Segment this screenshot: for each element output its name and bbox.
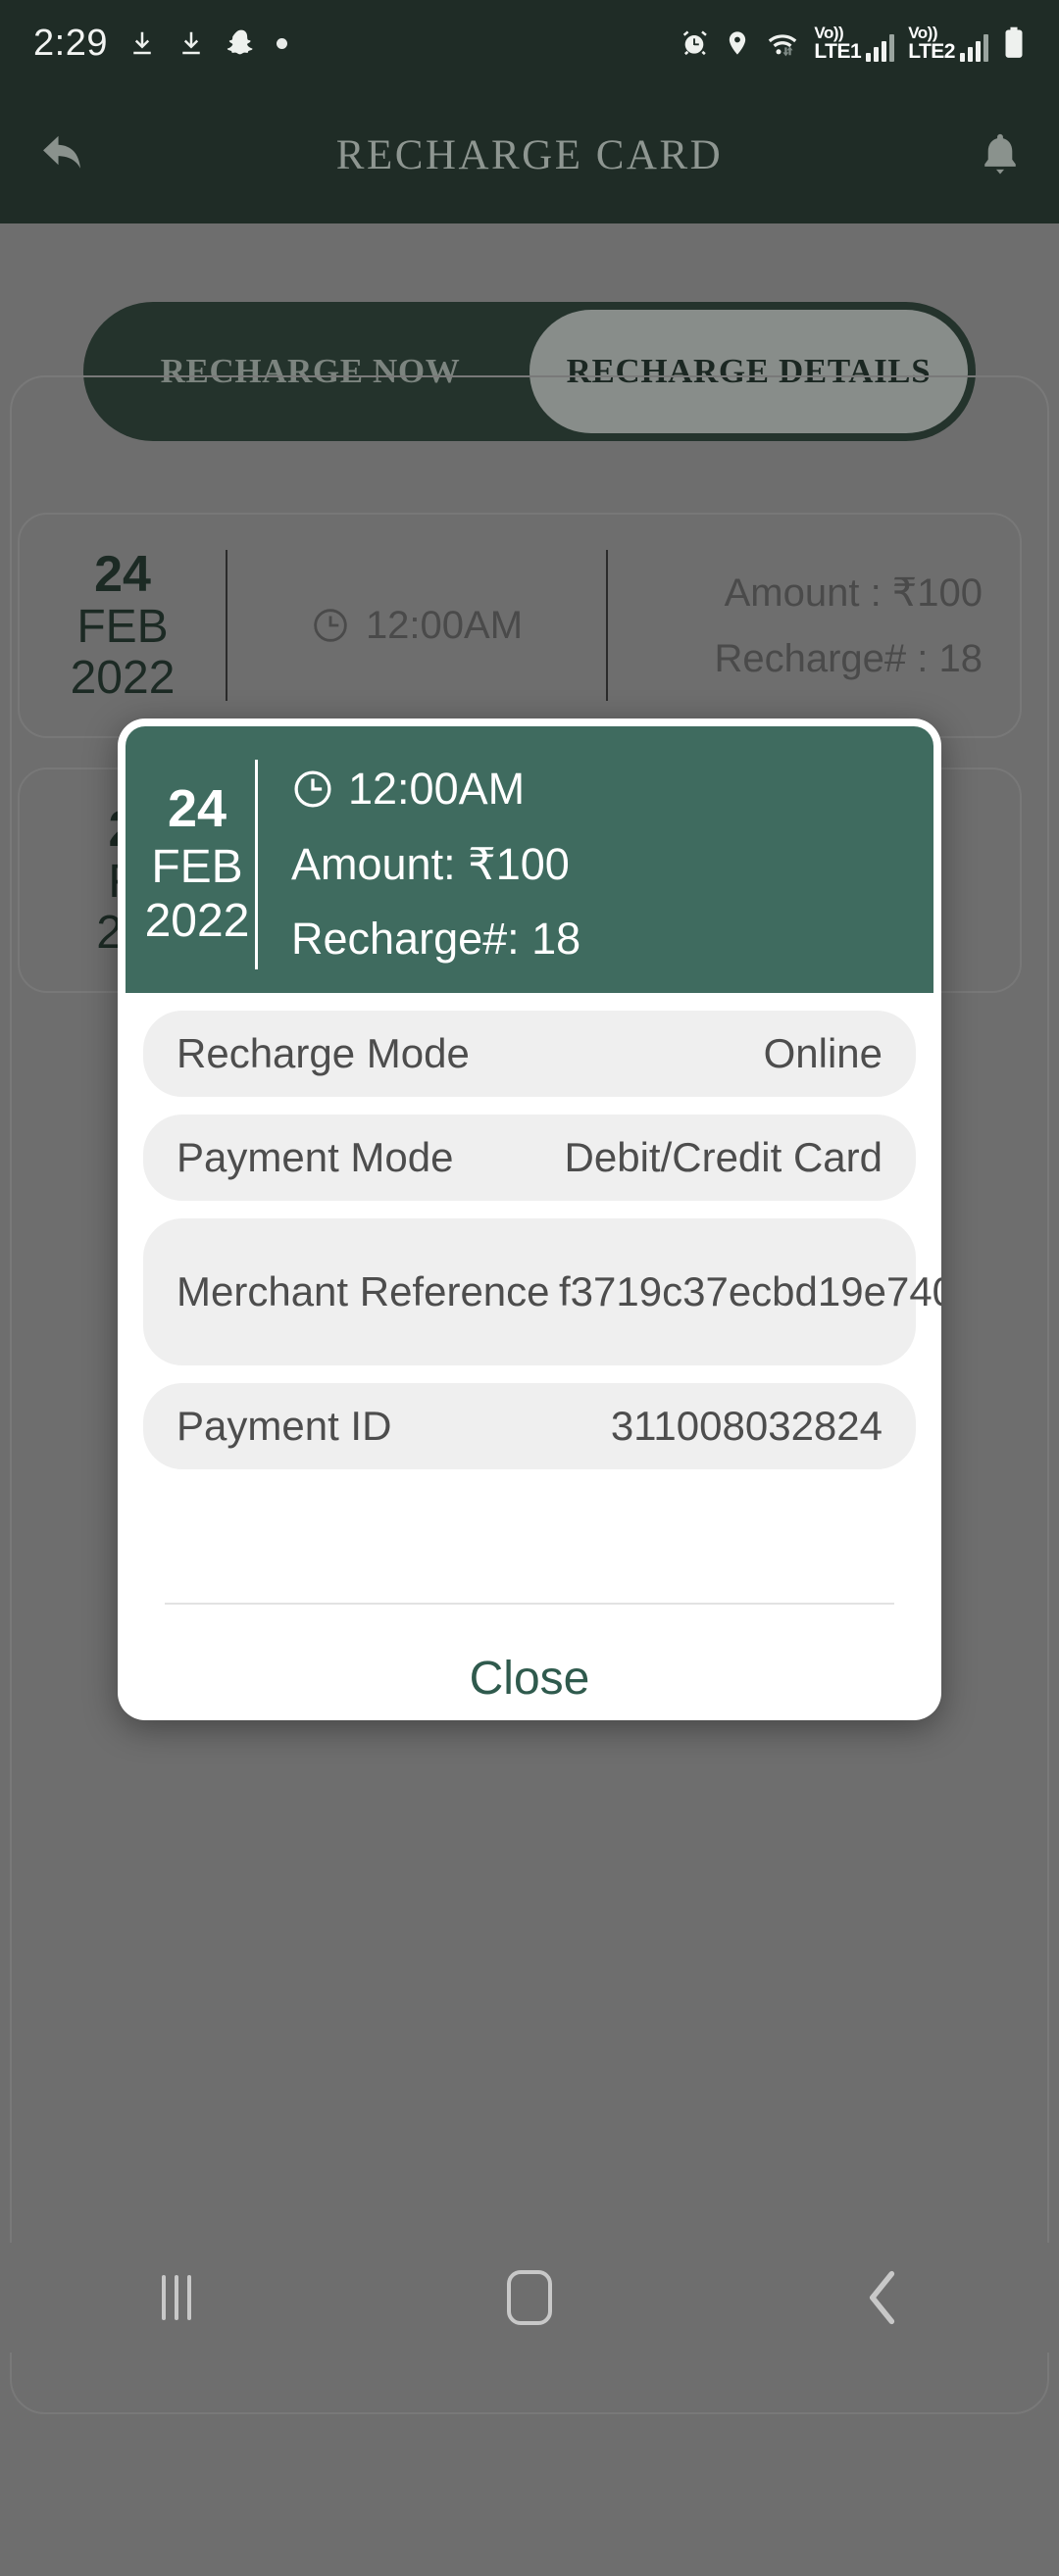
dialog-date-block: 24 FEB 2022 (139, 752, 255, 975)
detail-row-merchant-reference: Merchant Reference f3719c37ecbd19e74044 (143, 1218, 941, 1365)
detail-label: Payment ID (176, 1403, 392, 1449)
location-icon (724, 27, 751, 59)
detail-row-recharge-mode: Recharge Mode Online (143, 1011, 916, 1097)
clock-icon (311, 606, 350, 645)
recharge-row-amount: Amount : ₹100 (724, 570, 983, 615)
detail-row-payment-id: Payment ID 311008032824 (143, 1383, 916, 1469)
detail-value: 311008032824 (610, 1403, 882, 1450)
back-button[interactable] (804, 2243, 961, 2353)
page-title: RECHARGE CARD (335, 131, 724, 178)
dialog-header-padding: 24 FEB 2022 12:00AM Amount: ₹100 Recharg… (118, 718, 941, 993)
recharge-row-month: FEB (76, 601, 169, 654)
detail-value: Online (763, 1030, 882, 1077)
dialog-amount-label: Amount: ₹100 (291, 838, 570, 889)
dialog-time-row: 12:00AM (291, 764, 933, 815)
sim2-volte-label: Vo)) (908, 24, 937, 42)
clock-icon (291, 768, 334, 811)
battery-icon (1002, 26, 1026, 60)
status-bar: 2:29 Vo)) LTE1 Vo)) LTE2 (0, 0, 1059, 86)
dialog-detail-rows: Recharge Mode Online Payment Mode Debit/… (118, 993, 941, 1469)
dialog-spacer (118, 1487, 941, 1603)
alarm-icon (679, 27, 710, 59)
status-bar-right: Vo)) LTE1 Vo)) LTE2 (679, 25, 1026, 62)
detail-label: Merchant Reference (176, 1268, 550, 1314)
home-button[interactable] (451, 2243, 608, 2353)
detail-label: Recharge Mode (176, 1030, 470, 1076)
sim1-signal-group: Vo)) LTE1 (814, 25, 895, 62)
wifi-icon (765, 27, 800, 59)
status-bar-clock: 2:29 (33, 22, 108, 64)
detail-value: f3719c37ecbd19e74044 (559, 1268, 941, 1315)
dialog-recharge-number-label: Recharge#: 18 (291, 913, 581, 964)
recharge-row-number: Recharge# : 18 (714, 636, 983, 680)
dialog-month: FEB (151, 840, 243, 893)
recharge-details-dialog: 24 FEB 2022 12:00AM Amount: ₹100 Recharg… (118, 718, 941, 1720)
recharge-row-time: 12:00AM (227, 515, 606, 736)
dialog-time-label: 12:00AM (348, 763, 526, 814)
dialog-year: 2022 (144, 895, 250, 948)
recharge-history-row[interactable]: 24 FEB 2022 12:00AM Amount : ₹100 Rechar… (18, 513, 1022, 738)
sim2-signal-group: Vo)) LTE2 (908, 25, 988, 62)
dialog-day: 24 (167, 779, 227, 839)
sim1-signal-bars-icon (866, 34, 895, 62)
recents-button[interactable] (98, 2243, 255, 2353)
status-bar-left: 2:29 (33, 23, 287, 65)
sim1-lte-label: LTE1 (814, 40, 862, 63)
sim2-signal-bars-icon (960, 34, 988, 62)
recharge-row-amount-block: Amount : ₹100 Recharge# : 18 (608, 515, 1020, 736)
detail-value: Debit/Credit Card (564, 1134, 882, 1181)
back-chevron-icon (865, 2270, 900, 2325)
recents-icon (162, 2275, 191, 2320)
recharge-row-date: 24 FEB 2022 (20, 515, 226, 736)
sim1-network-label: Vo)) LTE1 (814, 25, 861, 62)
dot-indicator-icon (276, 37, 287, 49)
sim2-network-label: Vo)) LTE2 (908, 25, 955, 62)
download-icon (127, 27, 157, 59)
close-button[interactable]: Close (118, 1605, 941, 1720)
detail-label: Payment Mode (176, 1134, 454, 1180)
recharge-row-year: 2022 (70, 652, 176, 705)
app-header: RECHARGE CARD (0, 86, 1059, 223)
recharge-row-time-label: 12:00AM (365, 603, 524, 647)
dialog-header: 24 FEB 2022 12:00AM Amount: ₹100 Recharg… (126, 726, 933, 993)
sim1-volte-label: Vo)) (814, 24, 844, 42)
dialog-summary-block: 12:00AM Amount: ₹100 Recharge#: 18 (258, 752, 933, 975)
home-icon (507, 2270, 552, 2325)
snapchat-icon (226, 27, 257, 59)
detail-row-payment-mode: Payment Mode Debit/Credit Card (143, 1115, 916, 1201)
android-nav-bar (0, 2243, 1059, 2353)
sim2-lte-label: LTE2 (908, 40, 955, 63)
download-icon (176, 27, 206, 59)
recharge-row-day: 24 (94, 546, 151, 604)
